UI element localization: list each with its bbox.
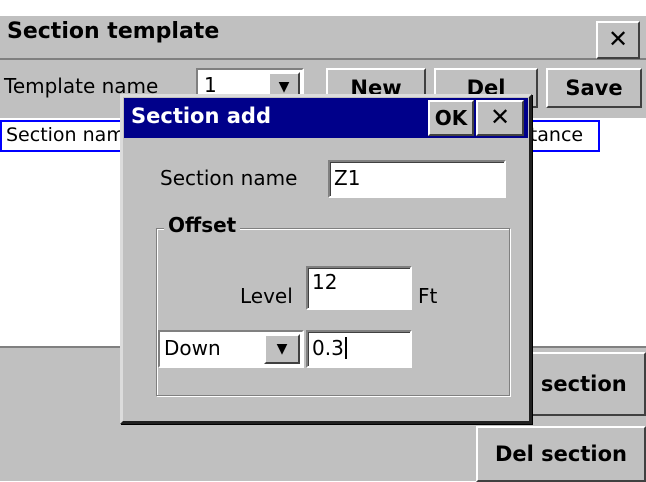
window-title: Section template <box>7 19 220 44</box>
chevron-down-icon[interactable]: ▼ <box>264 334 300 364</box>
offset-value-text: 0.3 <box>312 336 344 360</box>
dialog-close-button[interactable]: ✕ <box>476 100 524 136</box>
close-window-button[interactable]: ✕ <box>596 21 640 59</box>
section-name-input[interactable]: Z1 <box>328 160 506 198</box>
level-unit-label: Ft <box>418 284 438 308</box>
dialog-ok-button[interactable]: OK <box>428 100 474 136</box>
offset-group <box>156 228 510 396</box>
offset-direction-select[interactable]: Down ▼ <box>158 330 304 368</box>
column-header-section-name[interactable]: Section name <box>0 120 140 152</box>
close-icon: ✕ <box>489 103 511 131</box>
delete-section-button[interactable]: Del section <box>476 426 646 482</box>
offset-value-input[interactable]: 0.3 <box>306 330 412 368</box>
section-name-label: Section name <box>160 166 298 190</box>
save-template-button[interactable]: Save <box>546 68 642 108</box>
offset-group-legend: Offset <box>164 213 241 237</box>
close-icon: ✕ <box>607 25 629 53</box>
level-label: Level <box>240 284 293 308</box>
level-input[interactable]: 12 <box>306 266 412 310</box>
text-caret <box>344 337 347 359</box>
offset-direction-value: Down <box>164 336 221 360</box>
dialog-title: Section add <box>131 104 271 128</box>
